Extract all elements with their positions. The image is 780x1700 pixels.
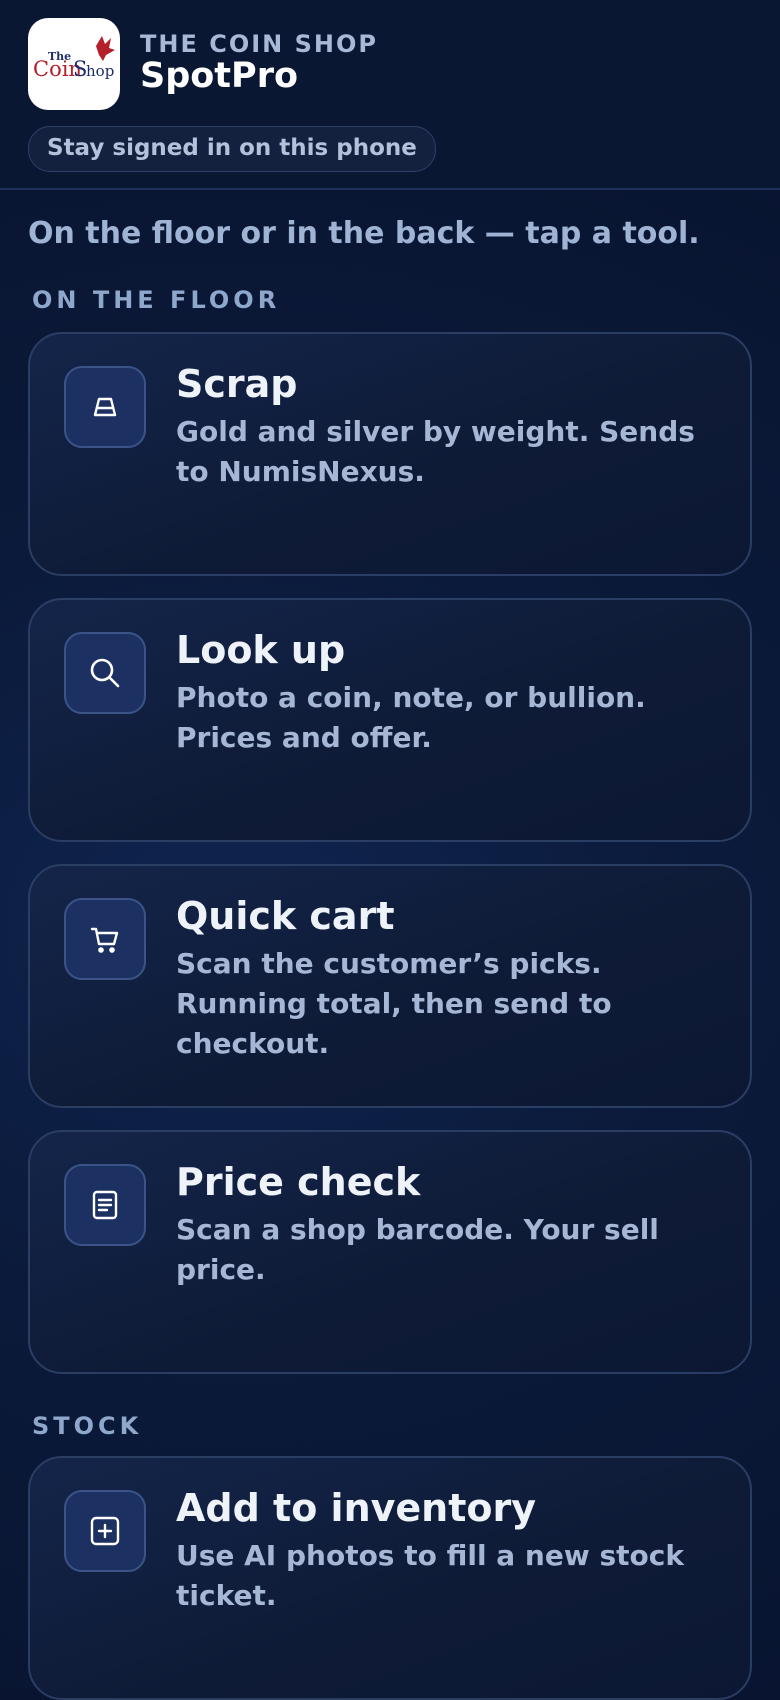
card-description: Gold and silver by weight. Sends to Numi… [176,415,695,488]
card-title: Look up [176,628,346,672]
cart-icon [64,898,146,980]
tool-card-look-up[interactable]: Look up Photo a coin, note, or bullion. … [28,598,752,842]
add-box-icon [64,1490,146,1572]
tool-card-price-check[interactable]: Price check Scan a shop barcode. Your se… [28,1130,752,1374]
shop-name: THE COIN SHOP [140,30,378,58]
scale-icon [64,366,146,448]
tool-card-quick-cart[interactable]: Quick cart Scan the customer’s picks. Ru… [28,864,752,1108]
card-title: Scrap [176,362,298,406]
card-description: Photo a coin, note, or bullion. Prices a… [176,681,646,754]
card-description: Scan the customer’s picks. Running total… [176,947,612,1060]
card-description: Scan a shop barcode. Your sell price. [176,1213,659,1286]
card-description: Use AI photos to fill a new stock ticket… [176,1539,684,1612]
section-label-on-the-floor: ON THE FLOOR [32,286,281,314]
page-tagline: On the floor or in the back — tap a tool… [28,216,700,251]
section-label-stock: STOCK [32,1412,143,1440]
svg-text:hop: hop [86,62,114,80]
card-title: Quick cart [176,894,395,938]
search-icon [64,632,146,714]
card-title: Add to inventory [176,1486,536,1530]
receipt-icon [64,1164,146,1246]
app-header: The Coin S hop THE COIN SHOP SpotPro Sta… [0,0,780,190]
card-title: Price check [176,1160,421,1204]
tool-card-add-to-inventory[interactable]: Add to inventory Use AI photos to fill a… [28,1456,752,1700]
app-name: SpotPro [140,56,298,96]
coin-shop-logo: The Coin S hop [28,18,120,110]
tool-card-scrap[interactable]: Scrap Gold and silver by weight. Sends t… [28,332,752,576]
stay-signed-in-toggle[interactable]: Stay signed in on this phone [28,126,436,172]
